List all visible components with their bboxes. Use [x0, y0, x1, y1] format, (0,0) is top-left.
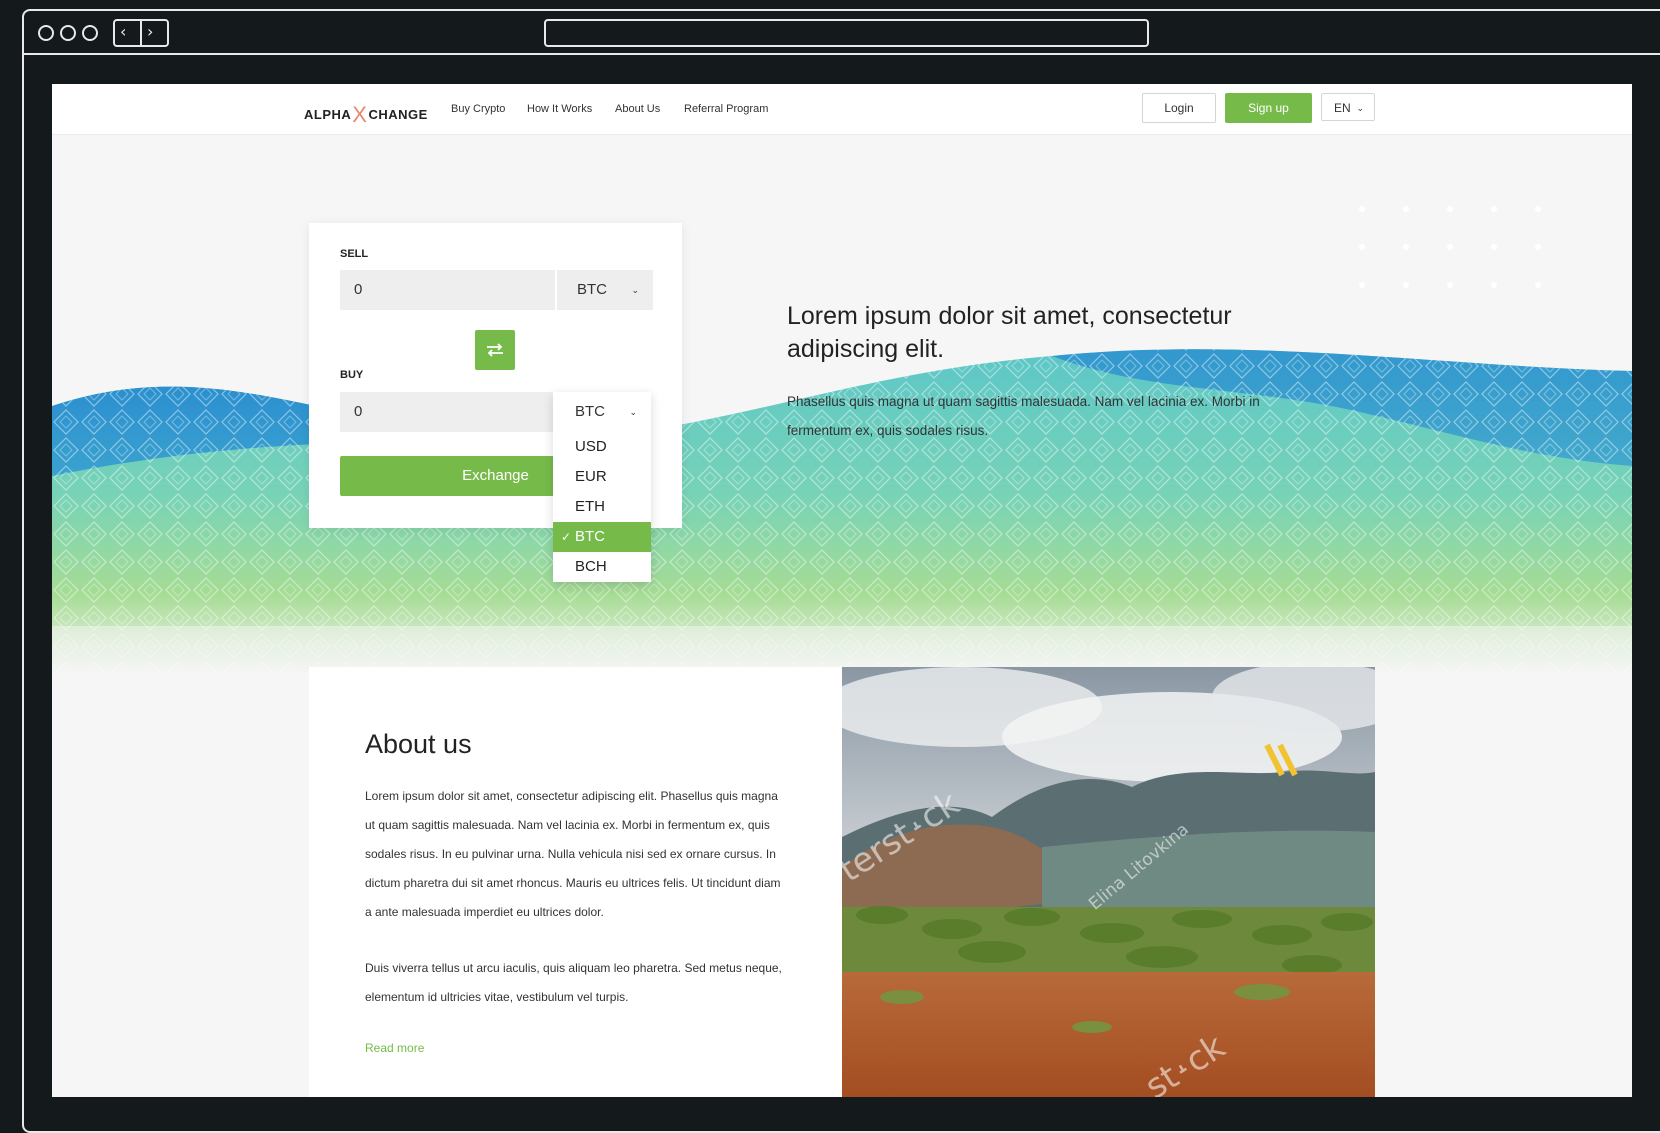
sell-currency-select[interactable]: BTC ⌄ [555, 270, 653, 310]
history-separator [140, 21, 142, 45]
currency-option-btc[interactable]: ✓ BTC [553, 522, 651, 552]
sell-amount-input[interactable]: 0 [340, 270, 555, 310]
read-more-link[interactable]: Read more [365, 1041, 424, 1055]
hero-title: Lorem ipsum dolor sit amet, consectetur … [787, 302, 1232, 363]
swap-arrows-icon [487, 343, 503, 357]
forward-arrow-icon[interactable]: › [147, 22, 153, 41]
buy-currency-dropdown[interactable]: BTC ⌄ USD EUR ETH ✓ BTC BCH [553, 392, 651, 582]
currency-option-btc-label: BTC [575, 528, 605, 545]
about-paragraph-2: Duis viverra tellus ut arcu iaculis, qui… [365, 961, 782, 1004]
decorative-dot-grid [1359, 206, 1541, 288]
language-value: EN [1334, 101, 1351, 115]
browser-toolbar: ‹ › [24, 11, 1660, 55]
currency-option-eur[interactable]: EUR [553, 462, 651, 492]
checkmark-icon: ✓ [561, 530, 572, 544]
window-close-dot[interactable] [38, 25, 54, 41]
about-photo: terst˔ck Elina Litovkina st˔ck [842, 667, 1375, 1097]
sell-currency-value: BTC [577, 281, 607, 298]
logo[interactable]: ALPHAXCHANGE [304, 99, 428, 127]
site-header: ALPHAXCHANGE Buy Crypto How It Works Abo… [52, 84, 1632, 135]
address-bar[interactable] [544, 19, 1149, 47]
about-title: About us [365, 729, 472, 759]
logo-text-right: CHANGE [368, 107, 428, 122]
back-arrow-icon[interactable]: ‹ [120, 22, 126, 41]
currency-option-bch[interactable]: BCH [553, 552, 651, 582]
logo-x-mark: X [352, 102, 368, 127]
about-section: About us Lorem ipsum dolor sit amet, con… [309, 667, 842, 1097]
login-button[interactable]: Login [1142, 93, 1216, 123]
swap-button[interactable] [475, 330, 515, 370]
buy-currency-select[interactable]: BTC ⌄ [553, 392, 651, 432]
chevron-down-icon: ⌄ [1356, 103, 1364, 113]
chevron-down-icon: ⌄ [629, 407, 637, 417]
currency-option-usd[interactable]: USD [553, 432, 651, 462]
nav-how-it-works[interactable]: How It Works [527, 103, 592, 115]
window-maximize-dot[interactable] [82, 25, 98, 41]
logo-text-left: ALPHA [304, 107, 352, 122]
history-buttons: ‹ › [113, 19, 169, 47]
exchange-button-label: Exchange [462, 467, 529, 484]
buy-label: BUY [340, 369, 364, 381]
buy-amount-input[interactable]: 0 [340, 392, 555, 432]
currency-option-eth[interactable]: ETH [553, 492, 651, 522]
nav-about-us[interactable]: About Us [615, 103, 660, 115]
hero-subtitle: Phasellus quis magna ut quam sagittis ma… [787, 394, 1260, 438]
sell-label: SELL [340, 248, 369, 260]
nav-buy-crypto[interactable]: Buy Crypto [451, 103, 505, 115]
about-paragraph-1: Lorem ipsum dolor sit amet, consectetur … [365, 789, 781, 919]
language-select[interactable]: EN ⌄ [1321, 93, 1375, 121]
exchange-button[interactable]: Exchange [340, 456, 555, 496]
web-page: ALPHAXCHANGE Buy Crypto How It Works Abo… [52, 84, 1632, 1097]
chevron-down-icon: ⌄ [631, 285, 639, 295]
buy-currency-value: BTC [575, 403, 605, 420]
nav-referral-program[interactable]: Referral Program [684, 103, 768, 115]
signup-button[interactable]: Sign up [1225, 93, 1312, 123]
window-minimize-dot[interactable] [60, 25, 76, 41]
